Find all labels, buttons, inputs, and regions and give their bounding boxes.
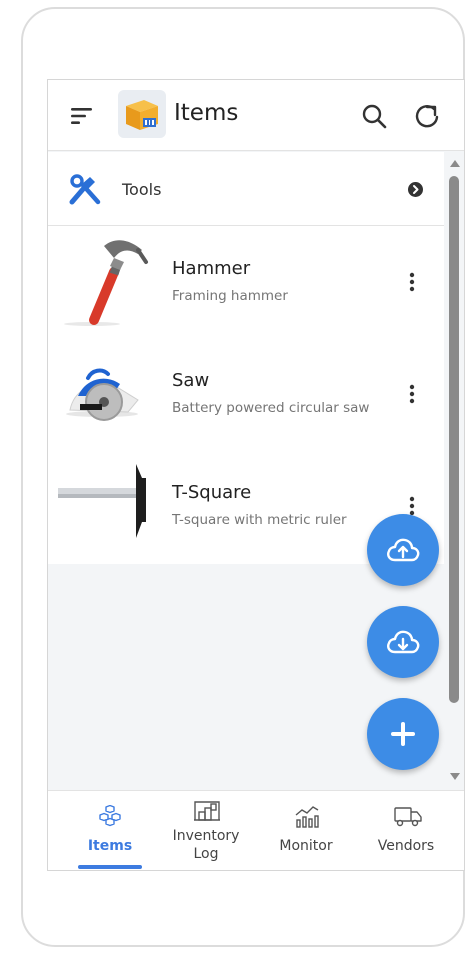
item-name: Saw xyxy=(172,370,210,391)
download-button[interactable] xyxy=(367,606,439,678)
app-bar: Items xyxy=(48,80,464,151)
item-description: Framing hammer xyxy=(172,288,288,304)
chart-icon xyxy=(295,806,319,828)
t-square-icon xyxy=(58,464,146,538)
menu-icon[interactable] xyxy=(70,106,94,126)
box-logo-icon xyxy=(118,90,166,138)
nav-label: Items xyxy=(87,838,133,854)
search-icon[interactable] xyxy=(361,103,387,129)
plus-icon xyxy=(391,722,415,746)
item-list: Hammer Framing hammer Saw Battery powere… xyxy=(48,226,444,564)
category-label: Tools xyxy=(122,180,162,199)
scroll-down-arrow-icon[interactable] xyxy=(450,773,460,780)
tools-icon xyxy=(69,174,101,205)
add-item-button[interactable] xyxy=(367,698,439,770)
hammer-icon xyxy=(64,240,148,326)
cubes-icon xyxy=(99,805,121,827)
scroll-up-arrow-icon[interactable] xyxy=(450,160,460,167)
list-item-hammer[interactable]: Hammer Framing hammer xyxy=(48,226,444,338)
nav-tab-items[interactable]: Items xyxy=(58,791,162,870)
scrollbar-thumb[interactable] xyxy=(449,176,459,703)
nav-tab-inventory-log[interactable]: Inventory Log xyxy=(154,791,258,870)
nav-tab-vendors[interactable]: Vendors xyxy=(354,791,458,870)
list-item-saw[interactable]: Saw Battery powered circular saw xyxy=(48,338,444,450)
item-name: T-Square xyxy=(172,482,252,503)
more-options-icon[interactable] xyxy=(400,270,424,294)
truck-icon xyxy=(394,807,422,827)
warehouse-icon xyxy=(194,801,220,821)
item-description: T-square with metric ruler xyxy=(172,512,347,528)
active-tab-indicator xyxy=(78,865,142,869)
nav-label: Monitor xyxy=(279,838,333,854)
nav-label: Inventory Log xyxy=(172,828,240,862)
nav-tab-monitor[interactable]: Monitor xyxy=(254,791,358,870)
bottom-navigation: Items Inventory Log Monitor Vendors xyxy=(48,790,464,870)
app-screen: Items Tools Hammer Framing hammer Saw Ba… xyxy=(47,79,465,871)
item-description: Battery powered circular saw xyxy=(172,400,370,416)
cloud-upload-icon xyxy=(387,538,420,562)
circular-saw-icon xyxy=(66,368,139,421)
nav-label: Vendors xyxy=(377,838,435,854)
chevron-right-icon[interactable] xyxy=(408,182,423,197)
upload-button[interactable] xyxy=(367,514,439,586)
page-title: Items xyxy=(174,100,239,126)
more-options-icon[interactable] xyxy=(400,382,424,406)
cloud-download-icon xyxy=(387,630,420,654)
refresh-icon[interactable] xyxy=(414,102,442,130)
category-header-tools[interactable]: Tools xyxy=(48,152,444,226)
item-name: Hammer xyxy=(172,258,251,279)
